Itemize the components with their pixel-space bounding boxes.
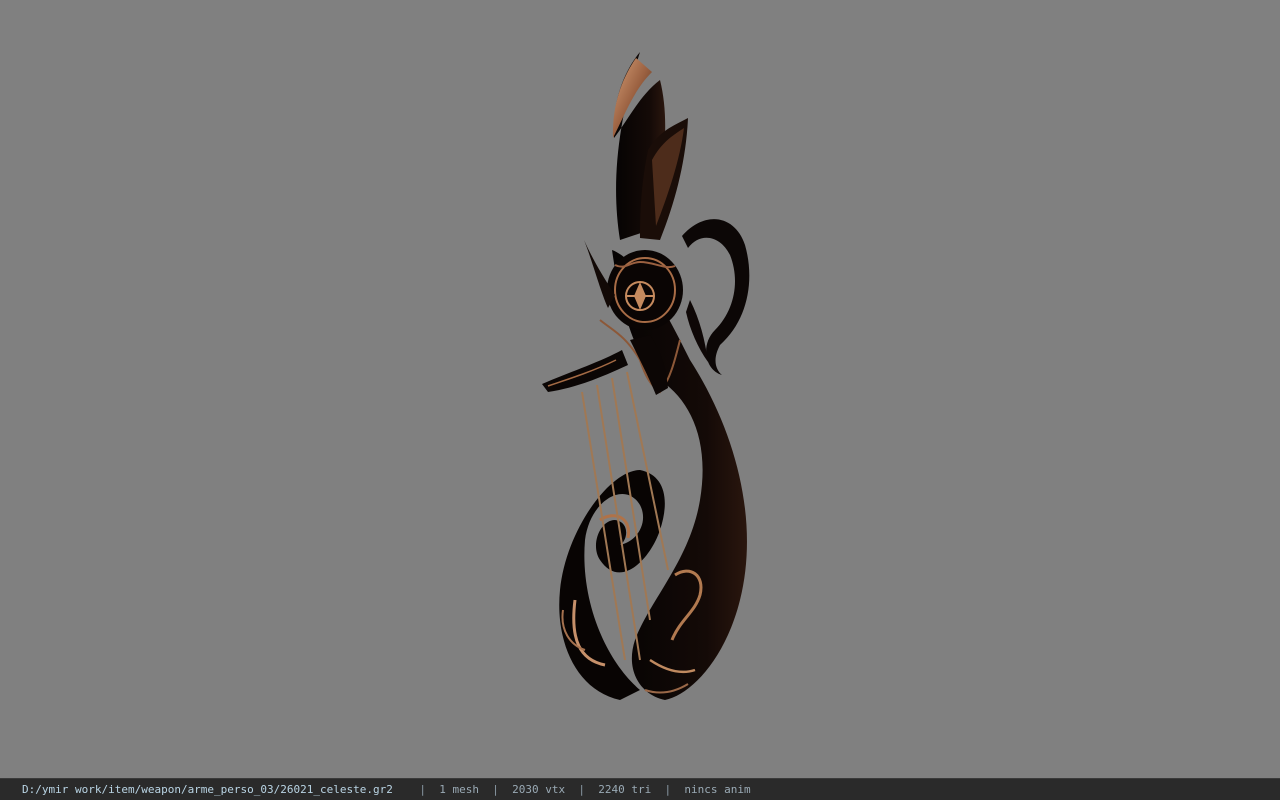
harp-model-render bbox=[542, 52, 750, 700]
separator: | bbox=[419, 783, 426, 796]
animation-status: nincs anim bbox=[684, 783, 751, 796]
mesh-count: 1 mesh bbox=[439, 783, 479, 796]
file-path: D:/ymir work/item/weapon/arme_perso_03/2… bbox=[22, 783, 393, 796]
harp-tendril bbox=[682, 219, 750, 375]
separator: | bbox=[578, 783, 585, 796]
3d-viewport[interactable] bbox=[0, 0, 1280, 778]
separator: | bbox=[664, 783, 672, 796]
triangle-count: 2240 tri bbox=[598, 783, 652, 796]
harp-arm bbox=[542, 350, 628, 392]
separator: | bbox=[492, 783, 499, 796]
status-bar: D:/ymir work/item/weapon/arme_perso_03/2… bbox=[0, 778, 1280, 800]
vertex-count: 2030 vtx bbox=[512, 783, 566, 796]
